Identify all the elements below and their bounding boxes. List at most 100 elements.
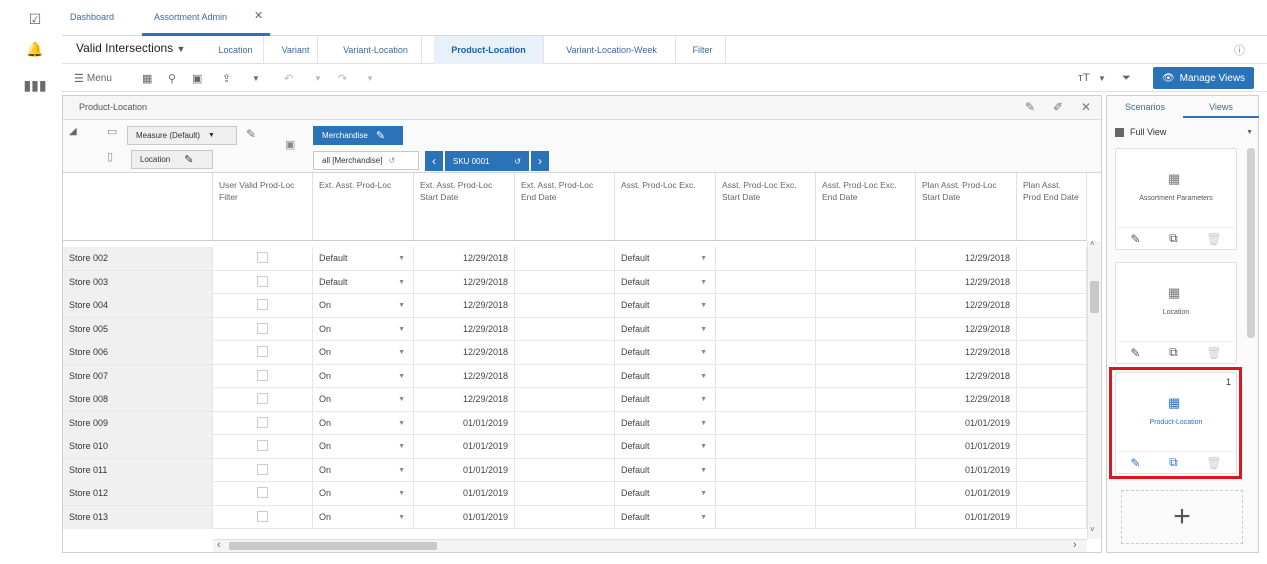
redo-dropdown-icon[interactable]: ▼ (366, 70, 374, 86)
ext-start-date-cell[interactable]: 01/01/2019 (414, 435, 515, 458)
sku-reset-icon[interactable]: ↺ (514, 157, 521, 166)
filter-checkbox[interactable] (257, 463, 268, 475)
plan-end-date-cell[interactable] (1017, 388, 1087, 411)
plan-end-date-cell[interactable] (1017, 270, 1087, 294)
tab-variant-location[interactable]: Variant-Location (330, 36, 422, 64)
filter-checkbox[interactable] (257, 275, 268, 287)
location-chip[interactable]: Location ✎ (131, 150, 213, 169)
plan-end-date-cell[interactable] (1017, 294, 1087, 317)
plan-start-date-cell[interactable]: 12/29/2018 (916, 270, 1017, 294)
ext-asst-cell[interactable]: On ▼ (313, 294, 414, 317)
asst-exc-cell[interactable]: Default ▼ (615, 411, 716, 435)
column-header[interactable]: Asst. Prod-Loc Exc. End Date (816, 173, 916, 241)
column-header[interactable]: Ext. Asst. Prod-Loc End Date (515, 173, 615, 241)
export-dropdown-icon[interactable]: ▼ (252, 70, 260, 86)
exc-start-date-cell[interactable] (716, 435, 816, 458)
ext-start-date-cell[interactable]: 01/01/2019 (414, 482, 515, 505)
ext-asst-cell[interactable]: On ▼ (313, 364, 414, 388)
plan-start-date-cell[interactable]: 12/29/2018 (916, 247, 1017, 270)
tab-product-location[interactable]: Product-Location (434, 36, 544, 64)
asst-exc-cell[interactable]: Default ▼ (615, 247, 716, 270)
ext-end-date-cell[interactable] (515, 388, 615, 411)
ext-end-date-cell[interactable] (515, 482, 615, 505)
edit-icon[interactable]: ✎ (1130, 232, 1140, 246)
grid-toggle-icon[interactable]: ▣ (285, 138, 295, 151)
duplicate-icon[interactable]: ⧉ (1169, 345, 1178, 360)
exc-start-date-cell[interactable] (716, 317, 816, 341)
ext-start-date-cell[interactable]: 01/01/2019 (414, 505, 515, 529)
asst-exc-cell[interactable]: Default ▼ (615, 388, 716, 411)
scroll-left-icon[interactable]: ‹ (217, 539, 221, 551)
edit-icon[interactable]: ✎ (1025, 100, 1035, 114)
exc-start-date-cell[interactable] (716, 505, 816, 529)
merchandise-chip[interactable]: Merchandise ✎ (313, 126, 403, 145)
measure-chip[interactable]: Measure (Default) ▼ (127, 126, 237, 145)
filter-checkbox-cell[interactable] (213, 435, 313, 458)
exc-start-date-cell[interactable] (716, 364, 816, 388)
plan-start-date-cell[interactable]: 01/01/2019 (916, 482, 1017, 505)
text-size-dropdown-icon[interactable]: ▼ (1098, 70, 1106, 86)
ext-end-date-cell[interactable] (515, 294, 615, 317)
asst-exc-cell[interactable]: Default ▼ (615, 270, 716, 294)
filter-checkbox-cell[interactable] (213, 247, 313, 270)
edit-measure-icon[interactable]: ✎ (246, 127, 256, 141)
exc-start-date-cell[interactable] (716, 341, 816, 364)
asst-exc-cell[interactable]: Default ▼ (615, 294, 716, 317)
ext-start-date-cell[interactable]: 12/29/2018 (414, 247, 515, 270)
ext-end-date-cell[interactable] (515, 270, 615, 294)
scroll-down-icon[interactable]: ˅ (1090, 525, 1095, 534)
undo-icon[interactable]: ↶ (284, 70, 293, 86)
view-card-assortment-parameters[interactable]: ▦ Assortment Parameters ✎ ⧉ 🗑 (1115, 148, 1237, 250)
manage-views-button[interactable]: 👁 Manage Views (1153, 67, 1254, 89)
filter-checkbox-cell[interactable] (213, 364, 313, 388)
tab-variant-location-week[interactable]: Variant-Location-Week (548, 36, 676, 64)
horizontal-scrollbar[interactable]: ‹ › (213, 539, 1087, 552)
exc-end-date-cell[interactable] (816, 482, 916, 505)
exc-end-date-cell[interactable] (816, 458, 916, 482)
column-header[interactable]: Plan Asst. Prod End Date (1017, 173, 1087, 241)
ext-end-date-cell[interactable] (515, 317, 615, 341)
sku-selector[interactable]: SKU 0001 ↺ (445, 151, 529, 171)
filter-checkbox[interactable] (257, 487, 268, 498)
plan-start-date-cell[interactable]: 12/29/2018 (916, 341, 1017, 364)
plan-start-date-cell[interactable]: 01/01/2019 (916, 411, 1017, 435)
exc-end-date-cell[interactable] (816, 364, 916, 388)
ext-start-date-cell[interactable]: 12/29/2018 (414, 317, 515, 341)
exc-end-date-cell[interactable] (816, 505, 916, 529)
filter-checkbox[interactable] (257, 416, 268, 428)
previous-sku-button[interactable]: ‹ (425, 151, 443, 171)
add-view-button[interactable]: + (1121, 490, 1243, 544)
asst-exc-cell[interactable]: Default ▼ (615, 317, 716, 341)
tab-variant[interactable]: Variant (274, 36, 318, 64)
filter-checkbox-cell[interactable] (213, 270, 313, 294)
tab-filter[interactable]: Filter (680, 36, 726, 64)
all-merchandise-chip[interactable]: all [Merchandise] ↺ (313, 151, 419, 170)
ext-end-date-cell[interactable] (515, 435, 615, 458)
asst-exc-cell[interactable]: Default ▼ (615, 458, 716, 482)
undo-dropdown-icon[interactable]: ▼ (314, 70, 322, 86)
column-header[interactable]: User Valid Prod-Loc Filter (213, 173, 313, 241)
ext-asst-cell[interactable]: On ▼ (313, 435, 414, 458)
ext-start-date-cell[interactable]: 12/29/2018 (414, 294, 515, 317)
plan-start-date-cell[interactable]: 01/01/2019 (916, 505, 1017, 529)
filter-checkbox-cell[interactable] (213, 505, 313, 529)
ext-start-date-cell[interactable]: 12/29/2018 (414, 341, 515, 364)
ext-asst-cell[interactable]: Default ▼ (313, 270, 414, 294)
ext-end-date-cell[interactable] (515, 341, 615, 364)
exc-end-date-cell[interactable] (816, 247, 916, 270)
plan-start-date-cell[interactable]: 01/01/2019 (916, 435, 1017, 458)
plan-start-date-cell[interactable]: 12/29/2018 (916, 388, 1017, 411)
ext-asst-cell[interactable]: On ▼ (313, 341, 414, 364)
tab-location[interactable]: Location (208, 36, 264, 64)
edit-merchandise-icon[interactable]: ✎ (376, 129, 385, 142)
ext-start-date-cell[interactable]: 12/29/2018 (414, 364, 515, 388)
edit-icon[interactable]: ✎ (1130, 346, 1140, 360)
filter-checkbox-cell[interactable] (213, 458, 313, 482)
ext-asst-cell[interactable]: Default ▼ (313, 247, 414, 270)
exc-start-date-cell[interactable] (716, 388, 816, 411)
filter-checkbox[interactable] (257, 440, 268, 451)
exc-end-date-cell[interactable] (816, 435, 916, 458)
sidebar-scroll-thumb[interactable] (1247, 148, 1255, 338)
ext-end-date-cell[interactable] (515, 505, 615, 529)
filter-checkbox[interactable] (257, 299, 268, 310)
